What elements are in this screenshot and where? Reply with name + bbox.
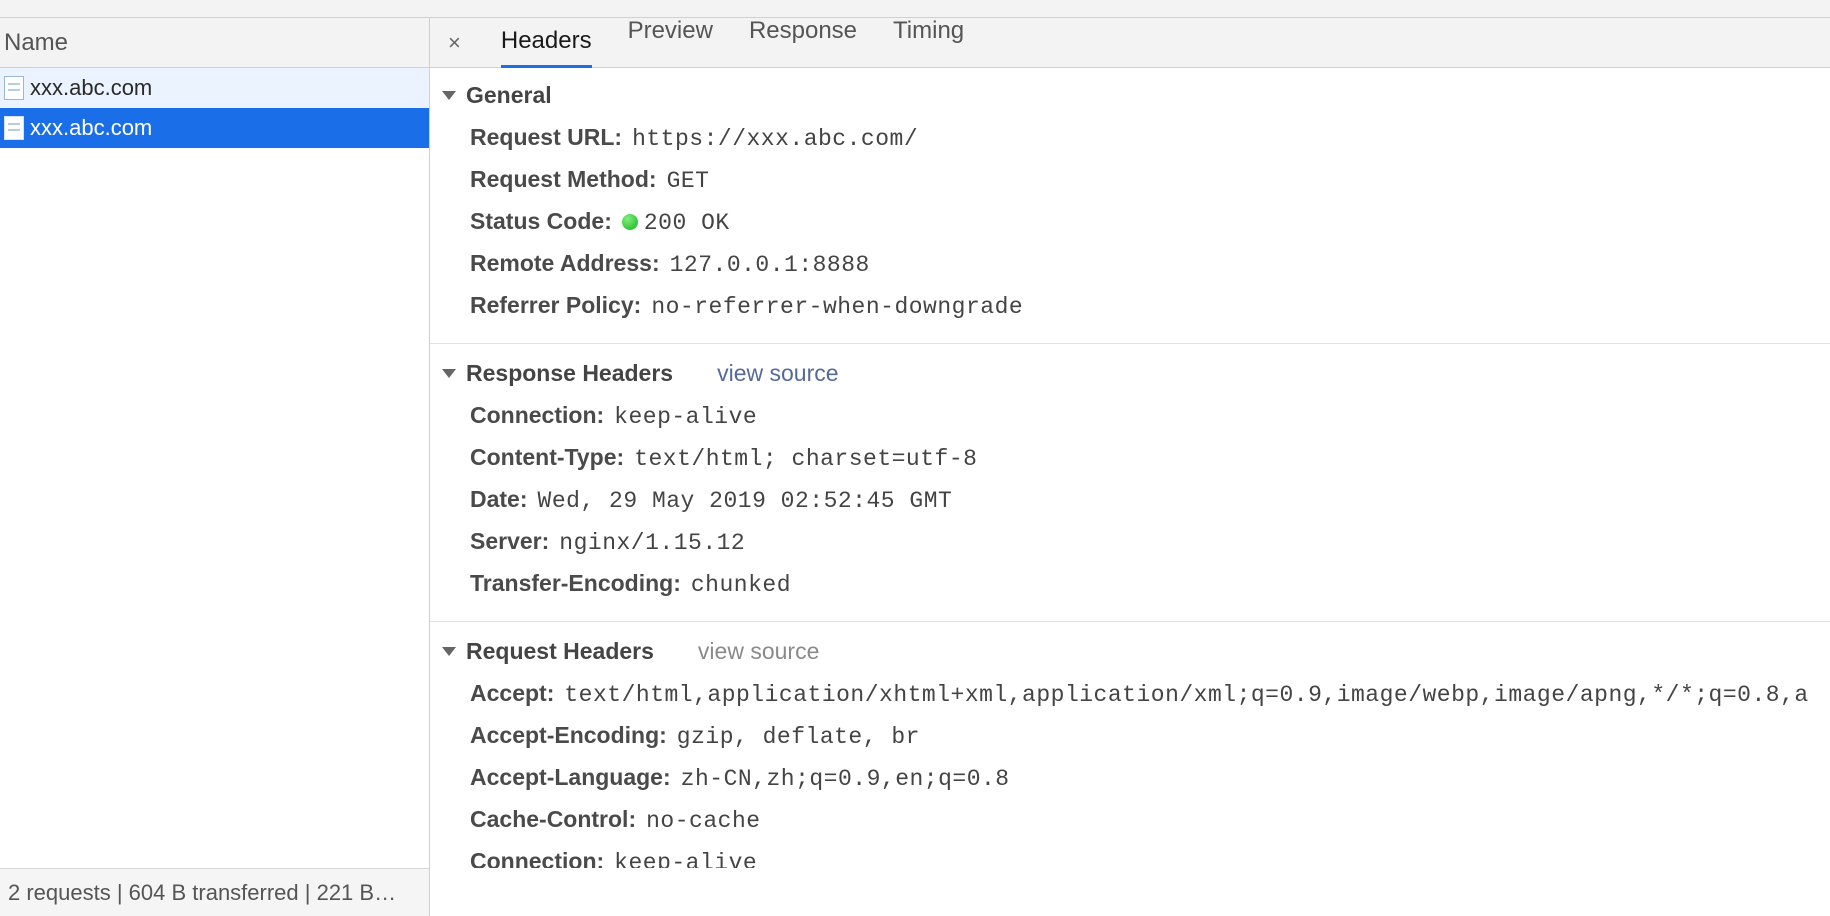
status-dot-icon — [622, 214, 638, 230]
header-row: Server nginx/1.15.12 — [470, 521, 1830, 563]
header-value: text/html; charset=utf-8 — [634, 446, 977, 472]
document-icon — [4, 116, 24, 140]
section-response-headers[interactable]: Response Headers view source — [430, 354, 1830, 393]
header-row: Content-Type text/html; charset=utf-8 — [470, 437, 1830, 479]
status-bar: 2 requests | 604 B transferred | 221 B… — [0, 868, 430, 916]
request-row[interactable]: xxx.abc.com — [0, 68, 429, 108]
section-request-headers-title: Request Headers — [466, 638, 654, 665]
header-key: Request Method — [470, 166, 657, 193]
header-key: Content-Type — [470, 444, 624, 471]
header-key: Accept-Encoding — [470, 722, 667, 749]
tab-preview[interactable]: Preview — [628, 18, 713, 68]
header-key: Connection — [470, 402, 604, 429]
tab-timing[interactable]: Timing — [893, 18, 964, 68]
header-value: keep-alive — [614, 404, 757, 430]
section-general-title: General — [466, 82, 552, 109]
details-panel: × Headers Preview Response Timing General R… — [430, 18, 1830, 868]
header-row: Transfer-Encoding chunked — [470, 563, 1830, 605]
tab-headers[interactable]: Headers — [501, 27, 592, 68]
header-row: Accept-Encoding gzip, deflate, br — [470, 715, 1830, 757]
header-key: Referrer Policy — [470, 292, 641, 319]
section-general[interactable]: General — [430, 76, 1830, 115]
header-row: Accept-Language zh-CN,zh;q=0.9,en;q=0.8 — [470, 757, 1830, 799]
header-key: Connection — [470, 848, 604, 868]
header-row: Connection keep-alive — [470, 841, 1830, 868]
header-value: gzip, deflate, br — [677, 724, 920, 750]
divider — [430, 343, 1830, 344]
response-headers-rows: Connection keep-alive Content-Type text/htm… — [430, 393, 1830, 615]
header-row: Request URL https://xxx.abc.com/ — [470, 117, 1830, 159]
header-value: https://xxx.abc.com/ — [632, 126, 918, 152]
header-value: no-referrer-when-downgrade — [651, 294, 1023, 320]
chevron-down-icon — [442, 369, 456, 378]
view-source-link[interactable]: view source — [698, 638, 819, 665]
header-key: Accept — [470, 680, 554, 707]
section-response-headers-title: Response Headers — [466, 360, 673, 387]
requests-panel: Name xxx.abc.com xxx.abc.com — [0, 18, 430, 868]
header-key: Request URL — [470, 124, 622, 151]
header-value: keep-alive — [614, 850, 757, 868]
header-key: Cache-Control — [470, 806, 636, 833]
header-value: chunked — [691, 572, 791, 598]
header-value: text/html,application/xhtml+xml,applicat… — [564, 682, 1808, 708]
request-row-label: xxx.abc.com — [30, 75, 152, 101]
requests-list: xxx.abc.com xxx.abc.com — [0, 68, 429, 868]
header-row: Request Method GET — [470, 159, 1830, 201]
header-row: Connection keep-alive — [470, 395, 1830, 437]
headers-view: General Request URL https://xxx.abc.com/R… — [430, 68, 1830, 868]
header-row: Remote Address 127.0.0.1:8888 — [470, 243, 1830, 285]
header-key: Transfer-Encoding — [470, 570, 681, 597]
header-key: Accept-Language — [470, 764, 671, 791]
header-value: no-cache — [646, 808, 760, 834]
header-key: Status Code — [470, 208, 612, 235]
header-row: Referrer Policy no-referrer-when-downgrad… — [470, 285, 1830, 327]
divider — [430, 621, 1830, 622]
header-row: Accept text/html,application/xhtml+xml,ap… — [470, 673, 1830, 715]
header-row: Status Code 200 OK — [470, 201, 1830, 243]
tab-response[interactable]: Response — [749, 18, 857, 68]
details-tabs-bar: × Headers Preview Response Timing — [430, 18, 1830, 68]
header-key: Remote Address — [470, 250, 660, 277]
header-key: Date — [470, 486, 528, 513]
header-row: Cache-Control no-cache — [470, 799, 1830, 841]
request-row-label: xxx.abc.com — [30, 115, 152, 141]
header-value: Wed, 29 May 2019 02:52:45 GMT — [538, 488, 953, 514]
chevron-down-icon — [442, 91, 456, 100]
header-value: 200 OK — [622, 210, 730, 236]
header-value: nginx/1.15.12 — [559, 530, 745, 556]
toolbar-strip — [0, 0, 1830, 18]
document-icon — [4, 76, 24, 100]
general-rows: Request URL https://xxx.abc.com/Request M… — [430, 115, 1830, 337]
header-row: Date Wed, 29 May 2019 02:52:45 GMT — [470, 479, 1830, 521]
view-source-link[interactable]: view source — [717, 360, 838, 387]
close-icon[interactable]: × — [444, 30, 465, 56]
chevron-down-icon — [442, 647, 456, 656]
requests-column-header[interactable]: Name — [0, 18, 429, 68]
section-request-headers[interactable]: Request Headers view source — [430, 632, 1830, 671]
request-headers-rows: Accept text/html,application/xhtml+xml,ap… — [430, 671, 1830, 868]
header-key: Server — [470, 528, 549, 555]
header-value: 127.0.0.1:8888 — [670, 252, 870, 278]
header-value: GET — [667, 168, 710, 194]
header-value: zh-CN,zh;q=0.9,en;q=0.8 — [681, 766, 1010, 792]
request-row[interactable]: xxx.abc.com — [0, 108, 429, 148]
